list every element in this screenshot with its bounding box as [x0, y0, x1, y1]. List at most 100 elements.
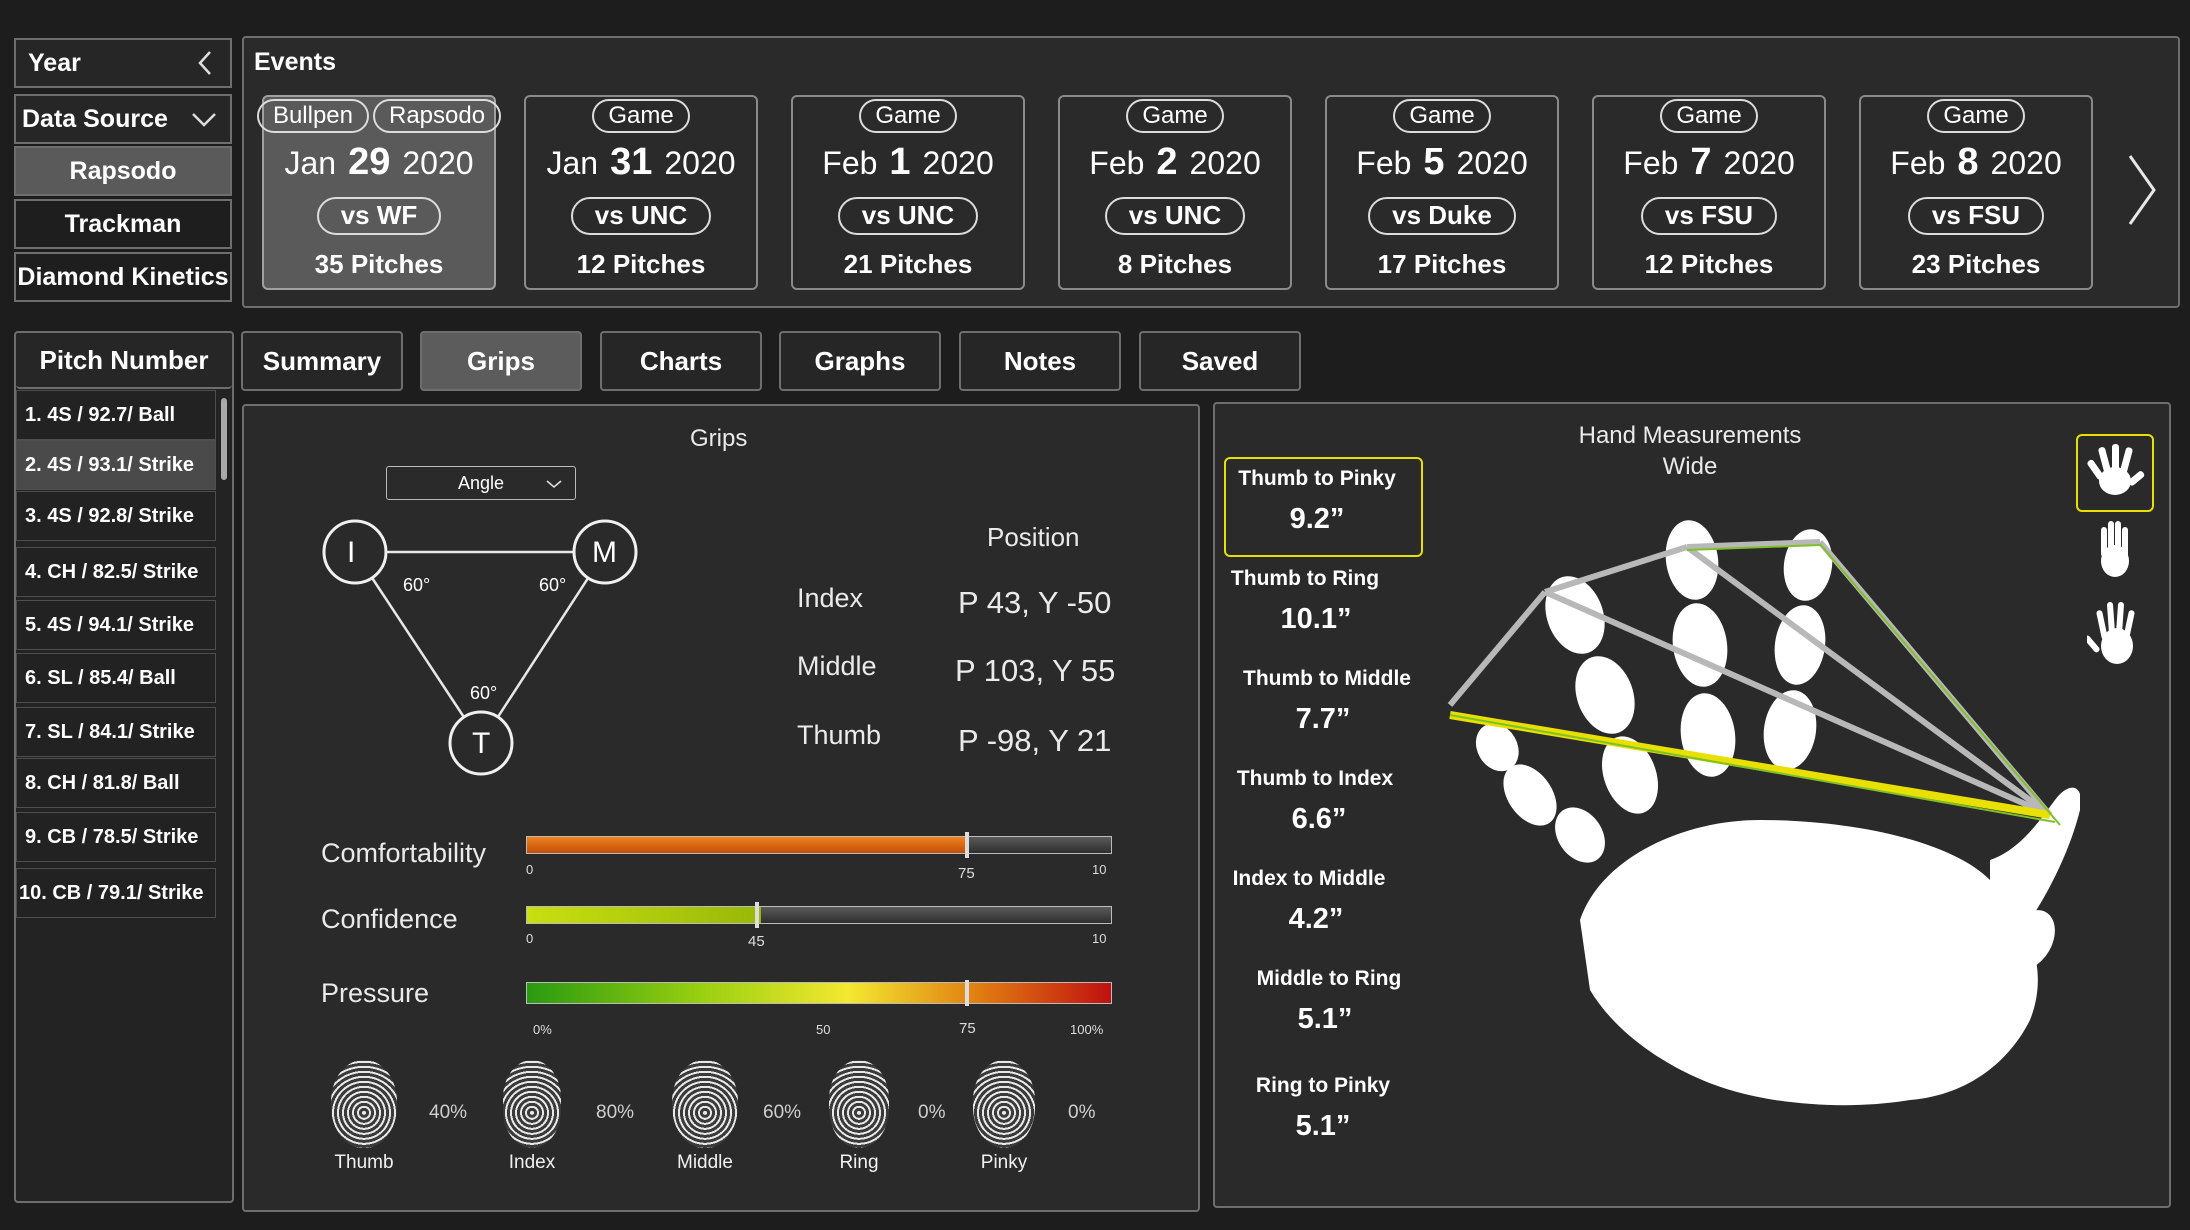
slider-tick: 50 [816, 1022, 831, 1037]
measurement-value: 7.7” [1295, 703, 1351, 735]
pitch-item[interactable]: 8. CH / 81.8/ Ball [16, 758, 216, 808]
slider-thumb[interactable] [755, 902, 759, 928]
event-card[interactable]: Game Jan 31 2020 vs UNC 12 Pitches [524, 95, 758, 290]
event-month: Feb [1623, 145, 1679, 181]
fingerprint-icon [973, 1060, 1035, 1148]
pitch-item-label: 4. CH / 82.5/ Strike [25, 560, 199, 583]
measurement-thumb-to-index[interactable]: Thumb to Index 6.6” [1215, 767, 1415, 836]
hand-relaxed-view-button[interactable] [2082, 596, 2148, 672]
event-tag: Game [859, 99, 957, 133]
event-month: Jan [546, 145, 599, 181]
source-label: Trackman [64, 209, 182, 238]
pitch-item-label: 9. CB / 78.5/ Strike [25, 825, 199, 848]
event-card[interactable]: Game Feb 7 2020 vs FSU 12 Pitches [1592, 95, 1826, 290]
event-tag: Game [1660, 99, 1758, 133]
measurement-label: Thumb to Pinky [1238, 467, 1396, 490]
pitch-item[interactable]: 7. SL / 84.1/ Strike [16, 707, 216, 757]
source-trackman[interactable]: Trackman [14, 199, 232, 249]
tab-summary[interactable]: Summary [241, 331, 403, 391]
measurement-index-to-middle[interactable]: Index to Middle 4.2” [1209, 867, 1409, 936]
event-opponent: vs FSU [1907, 197, 2045, 235]
source-rapsodo[interactable]: Rapsodo [14, 146, 232, 196]
year-label: Year [28, 48, 81, 77]
finger-pct: 0% [918, 1102, 946, 1123]
event-pitch-count: 23 Pitches [1911, 249, 2041, 279]
measurement-value: 5.1” [1297, 1003, 1353, 1035]
event-opponent: vs FSU [1640, 197, 1778, 235]
position-finger-label: Thumb [797, 720, 882, 750]
tab-saved[interactable]: Saved [1139, 331, 1301, 391]
comfortability-fill [527, 837, 965, 853]
hand-title-line1: Hand Measurements [1578, 422, 1802, 449]
event-card[interactable]: Bullpen Rapsodo Jan 29 2020 vs WF 35 Pitche… [256, 95, 502, 290]
pitch-item[interactable]: 3. 4S / 92.8/ Strike [16, 491, 216, 541]
event-day: 2 [1156, 141, 1178, 183]
event-month: Feb [822, 145, 878, 181]
year-selector[interactable]: Year [14, 38, 232, 88]
data-source-label: Data Source [22, 104, 168, 133]
pitch-item-label: 7. SL / 84.1/ Strike [25, 720, 195, 743]
hand-narrow-view-button[interactable] [2082, 514, 2148, 586]
pitch-item[interactable]: 9. CB / 78.5/ Strike [16, 812, 216, 862]
fingerprint-icon [503, 1060, 561, 1148]
pitch-item[interactable]: 1. 4S / 92.7/ Ball [16, 390, 216, 440]
event-tag: Rapsodo [373, 99, 502, 133]
finger-pressure-thumb: Thumb [324, 1060, 404, 1174]
measurement-thumb-to-ring[interactable]: Thumb to Ring 10.1” [1205, 567, 1405, 636]
slider-tick: 10 [1092, 862, 1107, 877]
measurement-thumb-to-middle[interactable]: Thumb to Middle 7.7” [1227, 667, 1427, 736]
measurement-thumb-to-pinky[interactable]: Thumb to Pinky 9.2” [1217, 467, 1417, 536]
slider-thumb[interactable] [965, 980, 969, 1006]
confidence-slider[interactable] [526, 906, 1112, 924]
event-opponent: vs Duke [1368, 197, 1516, 235]
pitch-list-scrollbar[interactable] [221, 398, 227, 480]
pitch-item-label: 3. 4S / 92.8/ Strike [25, 504, 194, 527]
node-thumb: T [472, 727, 491, 760]
finger-pressure-ring: Ring [819, 1060, 899, 1174]
source-label: Diamond Kinetics [17, 262, 229, 291]
measurement-ring-to-pinky[interactable]: Ring to Pinky 5.1” [1223, 1074, 1423, 1143]
tab-graphs[interactable]: Graphs [779, 331, 941, 391]
slider-tick: 100% [1070, 1022, 1104, 1037]
finger-pressure-index: Index [492, 1060, 572, 1174]
event-year: 2020 [1990, 145, 2062, 181]
event-card[interactable]: Game Feb 1 2020 vs UNC 21 Pitches [791, 95, 1025, 290]
hand-open-icon [2084, 596, 2143, 673]
event-day: 31 [610, 141, 653, 183]
measurement-middle-to-ring[interactable]: Middle to Ring 5.1” [1229, 967, 1429, 1036]
event-card[interactable]: Game Feb 5 2020 vs Duke 17 Pitches [1325, 95, 1559, 290]
pitch-item[interactable]: 6. SL / 85.4/ Ball [16, 653, 216, 703]
pressure-slider[interactable] [526, 982, 1112, 1004]
source-diamond-kinetics[interactable]: Diamond Kinetics [14, 252, 232, 302]
tab-label: Graphs [814, 345, 906, 376]
event-year: 2020 [664, 145, 736, 181]
pitch-item[interactable]: 5. 4S / 94.1/ Strike [16, 600, 216, 650]
event-month: Feb [1890, 145, 1946, 181]
position-value: P -98, Y 21 [958, 723, 1112, 758]
comfortability-slider[interactable] [526, 836, 1112, 854]
event-year: 2020 [922, 145, 994, 181]
pitch-item[interactable]: 2. 4S / 93.1/ Strike [16, 440, 216, 490]
tab-label: Saved [1181, 345, 1259, 376]
data-source-dropdown[interactable]: Data Source [14, 94, 232, 144]
event-card[interactable]: Game Feb 2 2020 vs UNC 8 Pitches [1058, 95, 1292, 290]
position-value: P 43, Y -50 [958, 585, 1112, 620]
hand-diagram [1447, 520, 2080, 1106]
event-card[interactable]: Game Feb 8 2020 vs FSU 23 Pitches [1859, 95, 2093, 290]
tab-grips[interactable]: Grips [420, 331, 582, 391]
pitch-item[interactable]: 10. CB / 79.1/ Strike [16, 868, 216, 918]
slider-thumb[interactable] [965, 832, 969, 858]
measurement-value: 9.2” [1289, 503, 1345, 535]
tab-label: Charts [639, 345, 723, 376]
hand-wide-view-button[interactable] [2076, 434, 2154, 512]
event-tag: Game [1393, 99, 1491, 133]
pitch-item[interactable]: 4. CH / 82.5/ Strike [16, 547, 216, 597]
slider-tick: 10 [1092, 931, 1107, 946]
angle-dropdown[interactable]: Angle [386, 466, 576, 500]
event-tag: Game [592, 99, 690, 133]
chevron-right-icon[interactable] [2124, 150, 2160, 235]
tab-notes[interactable]: Notes [959, 331, 1121, 391]
tab-charts[interactable]: Charts [600, 331, 762, 391]
tab-label: Notes [1003, 345, 1077, 376]
chevron-down-icon [190, 106, 218, 139]
